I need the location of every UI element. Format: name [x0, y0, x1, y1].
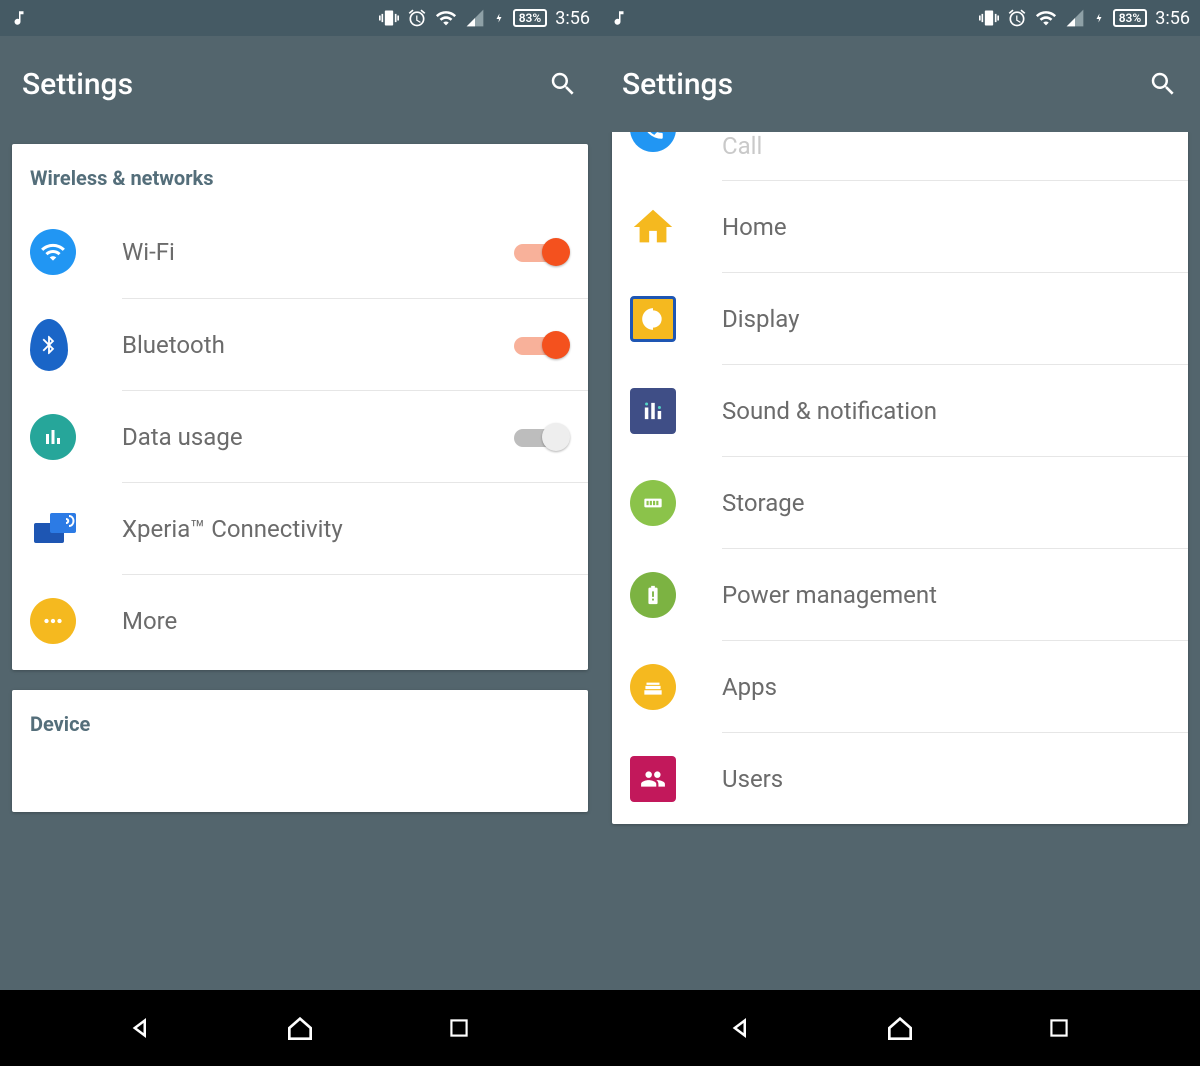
- row-users[interactable]: Users: [722, 732, 1188, 824]
- home-icon: [630, 204, 676, 250]
- status-clock: 3:56: [1155, 8, 1190, 29]
- row-xperia-connectivity[interactable]: Xperia™ Connectivity: [122, 482, 588, 574]
- row-label: Data usage: [122, 423, 514, 451]
- row-label: Xperia™ Connectivity: [122, 515, 570, 543]
- signal-icon: [1065, 8, 1085, 28]
- search-icon[interactable]: [1148, 69, 1178, 99]
- vibrate-icon: [979, 8, 999, 28]
- music-note-icon: [10, 9, 28, 27]
- wifi-icon: [435, 7, 457, 29]
- row-home[interactable]: Home: [722, 180, 1188, 272]
- page-title: Settings: [622, 67, 1148, 102]
- sound-icon: [630, 388, 676, 434]
- power-icon: [630, 572, 676, 618]
- alarm-icon: [1007, 8, 1027, 28]
- nav-home[interactable]: [882, 1010, 918, 1046]
- nav-bar: [0, 990, 1200, 1066]
- signal-icon: [465, 8, 485, 28]
- pane-right: 83% 3:56 Settings Call: [600, 0, 1200, 990]
- page-title: Settings: [22, 67, 548, 102]
- row-label: Home: [722, 213, 1170, 241]
- row-label: More: [122, 607, 570, 635]
- alarm-icon: [407, 8, 427, 28]
- card-wireless: Wireless & networks Wi-Fi Bluetooth: [12, 144, 588, 670]
- row-display[interactable]: Display: [722, 272, 1188, 364]
- row-data-usage[interactable]: Data usage: [122, 390, 588, 482]
- pane-left: 83% 3:56 Settings Wireless & networks Wi…: [0, 0, 600, 990]
- nav-recent[interactable]: [441, 1010, 477, 1046]
- music-note-icon: [610, 9, 628, 27]
- display-icon: [630, 296, 676, 342]
- apps-icon: [630, 664, 676, 710]
- battery-badge: 83%: [513, 9, 548, 27]
- row-label: Wi-Fi: [122, 238, 514, 266]
- row-label: Storage: [722, 489, 1170, 517]
- vibrate-icon: [379, 8, 399, 28]
- row-bluetooth[interactable]: Bluetooth: [122, 298, 588, 390]
- card-device-list: Call Home Display: [612, 132, 1188, 824]
- data-usage-icon: [30, 414, 76, 460]
- users-icon: [630, 756, 676, 802]
- status-bar: 83% 3:56: [0, 0, 600, 36]
- xperia-icon: [30, 509, 80, 549]
- status-clock: 3:56: [555, 8, 590, 29]
- wifi-icon: [1035, 7, 1057, 29]
- bluetooth-toggle[interactable]: [514, 331, 570, 359]
- row-wifi[interactable]: Wi-Fi: [12, 206, 588, 298]
- section-device: Device: [12, 690, 588, 752]
- more-icon: [30, 598, 76, 644]
- call-icon: [630, 132, 676, 152]
- row-more[interactable]: More: [122, 574, 588, 666]
- row-label: Display: [722, 305, 1170, 333]
- battery-badge: 83%: [1113, 9, 1148, 27]
- nav-recent[interactable]: [1041, 1010, 1077, 1046]
- charge-icon: [493, 9, 505, 27]
- row-sound[interactable]: Sound & notification: [722, 364, 1188, 456]
- wifi-toggle[interactable]: [514, 238, 570, 266]
- row-label: Call: [722, 132, 1170, 160]
- bluetooth-icon: [30, 319, 68, 371]
- row-storage[interactable]: Storage: [722, 456, 1188, 548]
- card-device: Device: [12, 690, 588, 812]
- row-power[interactable]: Power management: [722, 548, 1188, 640]
- row-label: Bluetooth: [122, 331, 514, 359]
- row-label: Power management: [722, 581, 1170, 609]
- row-apps[interactable]: Apps: [722, 640, 1188, 732]
- search-icon[interactable]: [548, 69, 578, 99]
- data-toggle[interactable]: [514, 423, 570, 451]
- app-bar: Settings: [600, 36, 1200, 132]
- row-label: Apps: [722, 673, 1170, 701]
- wifi-row-icon: [30, 229, 76, 275]
- storage-icon: [630, 480, 676, 526]
- row-label: Sound & notification: [722, 397, 1170, 425]
- app-bar: Settings: [0, 36, 600, 132]
- status-bar: 83% 3:56: [600, 0, 1200, 36]
- row-label: Users: [722, 765, 1170, 793]
- nav-home[interactable]: [282, 1010, 318, 1046]
- nav-back[interactable]: [123, 1010, 159, 1046]
- charge-icon: [1093, 9, 1105, 27]
- row-call[interactable]: Call: [612, 132, 1188, 180]
- section-wireless: Wireless & networks: [12, 144, 588, 206]
- nav-back[interactable]: [723, 1010, 759, 1046]
